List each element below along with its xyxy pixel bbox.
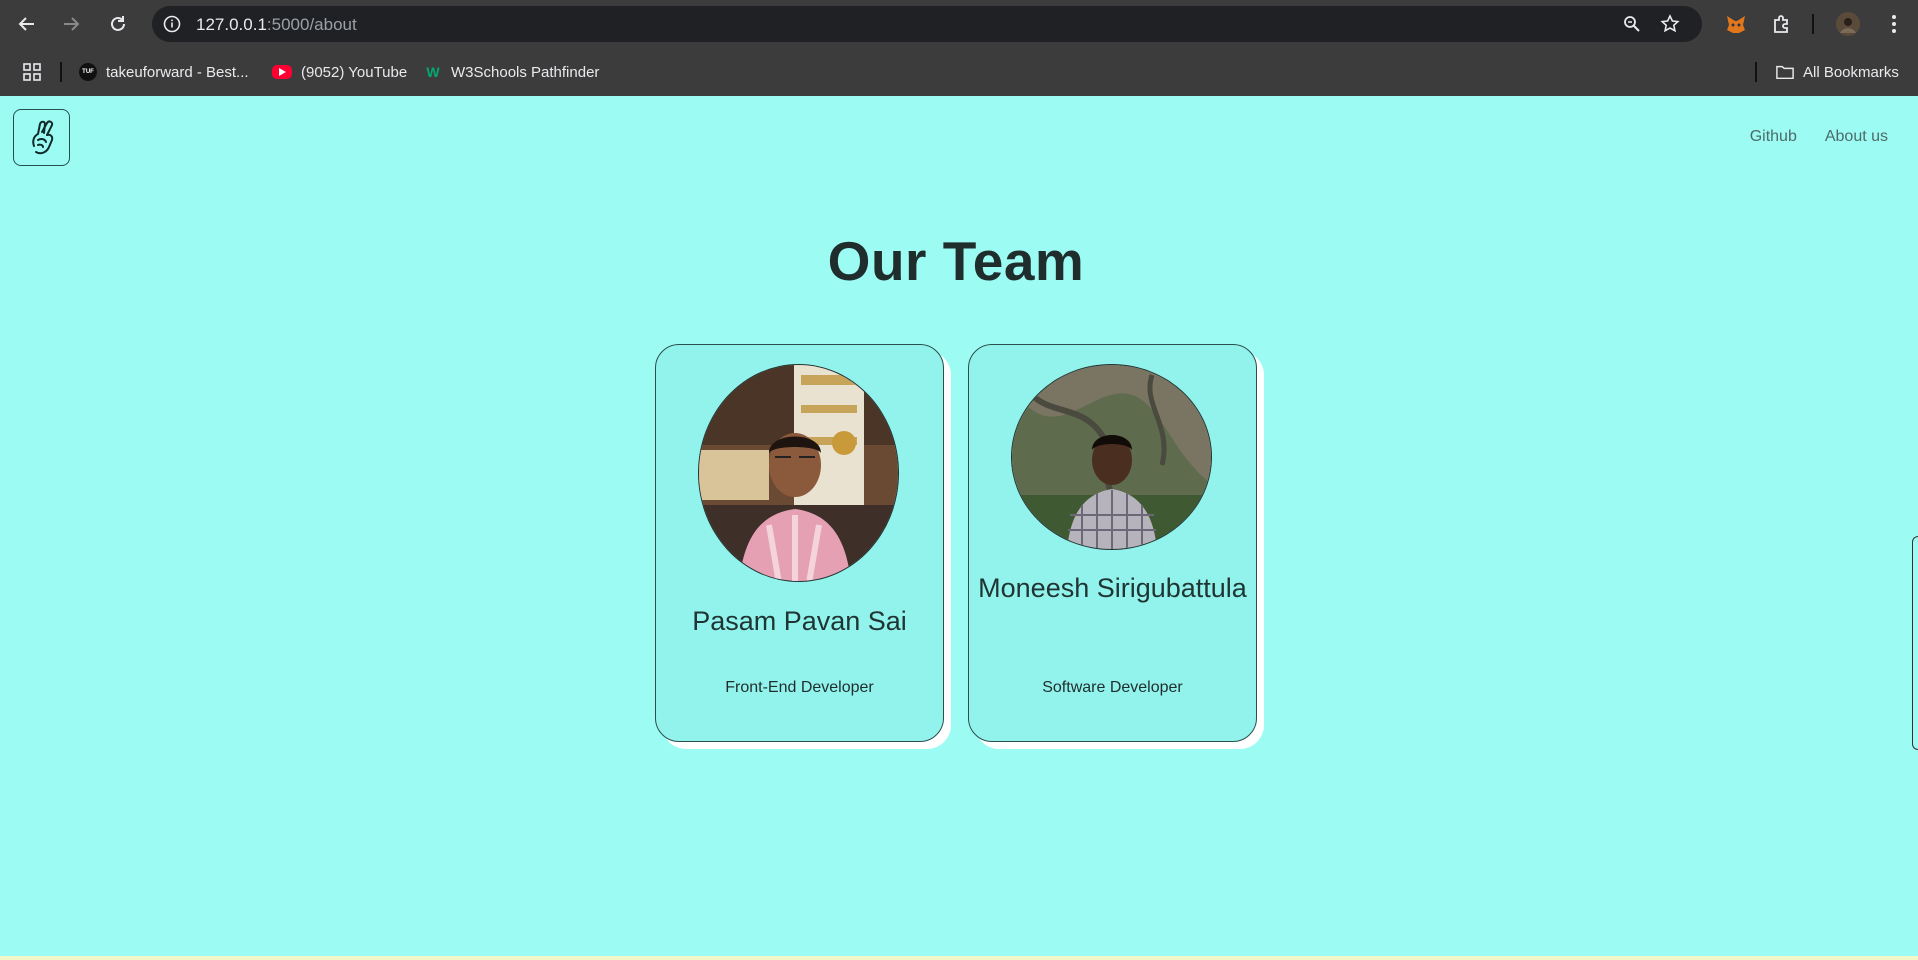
site-logo[interactable]: [13, 109, 70, 166]
all-bookmarks-button[interactable]: All Bookmarks: [1776, 60, 1899, 84]
member-name: Moneesh Sirigubattula: [978, 573, 1247, 603]
apps-grid-icon[interactable]: [18, 58, 46, 86]
reload-icon: [111, 16, 125, 31]
bookmark-takeuforward[interactable]: TUF takeuforward - Best...: [79, 60, 249, 84]
zoom-icon[interactable]: [1622, 14, 1642, 34]
member-photo: [1011, 364, 1212, 550]
profile-avatar[interactable]: [1834, 10, 1862, 38]
nav-link-github[interactable]: Github: [1750, 128, 1797, 146]
bookmark-w3schools[interactable]: W W3Schools Pathfinder: [424, 60, 599, 84]
team-member-card: Moneesh Sirigubattula Software Developer: [968, 344, 1257, 742]
bookmark-label: (9052) YouTube: [301, 63, 408, 81]
hand-gesture-icon: [31, 120, 53, 154]
address-bar[interactable]: 127.0.0.1:5000/about: [152, 6, 1702, 42]
member-name: Pasam Pavan Sai: [692, 606, 907, 636]
scrollbar-thumb[interactable]: [1912, 536, 1918, 750]
url-text[interactable]: 127.0.0.1:5000/about: [196, 15, 357, 35]
site-nav: Github About us: [1750, 128, 1888, 146]
page-bottom-edge: [0, 956, 1918, 960]
tuf-icon: TUF: [79, 63, 97, 81]
member-role: Software Developer: [1042, 679, 1183, 696]
bookmarks-divider: [60, 62, 62, 82]
browser-toolbar: 127.0.0.1:5000/about: [0, 0, 1918, 48]
page-title: Our Team: [827, 230, 1085, 292]
browser-menu-icon[interactable]: [1880, 10, 1908, 38]
all-bookmarks-label: All Bookmarks: [1803, 63, 1899, 81]
bookmark-youtube[interactable]: (9052) YouTube: [272, 60, 407, 84]
member-role: Front-End Developer: [725, 679, 874, 696]
back-button[interactable]: [13, 10, 41, 38]
site-info-icon[interactable]: [162, 14, 182, 34]
youtube-icon: [272, 65, 292, 79]
nav-link-about-us[interactable]: About us: [1825, 128, 1888, 146]
bookmark-label: takeuforward - Best...: [106, 63, 249, 81]
bookmark-label: W3Schools Pathfinder: [451, 63, 600, 81]
page-content: Github About us Our Team Pasam Pavan Sai…: [0, 96, 1918, 958]
forward-arrow-icon: [64, 17, 80, 31]
bookmarks-divider: [1755, 62, 1757, 82]
back-arrow-icon: [18, 17, 34, 31]
bookmarks-bar: TUF takeuforward - Best... (9052) YouTub…: [0, 48, 1918, 96]
toolbar-divider: [1812, 14, 1814, 34]
url-path: :5000/about: [266, 15, 357, 34]
metamask-extension-icon[interactable]: [1722, 10, 1750, 38]
extensions-puzzle-icon[interactable]: [1768, 10, 1796, 38]
bookmark-star-icon[interactable]: [1660, 14, 1680, 34]
w3schools-icon: W: [426, 64, 440, 80]
reload-button[interactable]: [104, 10, 132, 38]
team-member-card: Pasam Pavan Sai Front-End Developer: [655, 344, 944, 742]
forward-button[interactable]: [57, 10, 85, 38]
url-host: 127.0.0.1: [196, 15, 267, 34]
folder-icon: [1776, 63, 1794, 81]
member-photo: [698, 364, 899, 582]
